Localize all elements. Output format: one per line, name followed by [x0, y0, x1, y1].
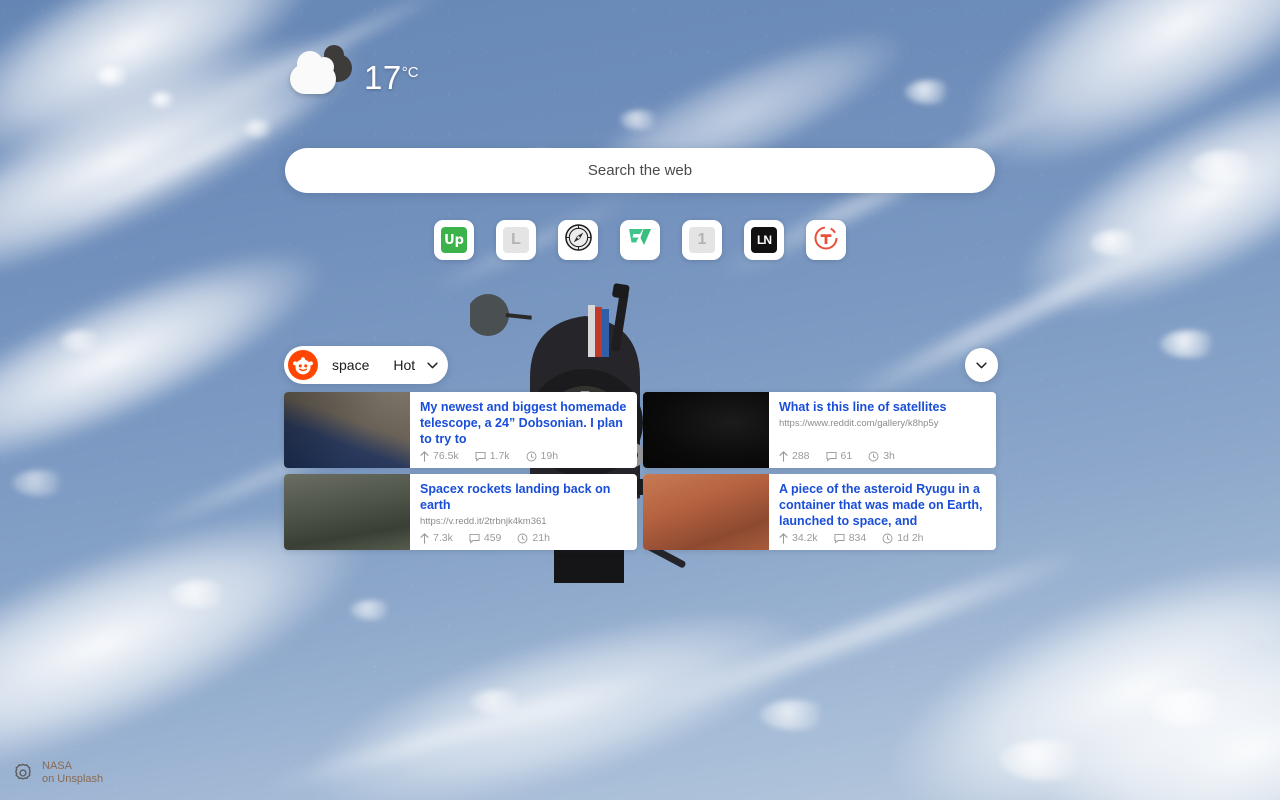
post-upvotes: 34.2k: [779, 532, 818, 544]
shortcut-t[interactable]: [806, 220, 846, 260]
post-meta: 7.3k 459 21h: [420, 532, 627, 550]
sort-selector[interactable]: Hot: [393, 357, 438, 373]
upvote-icon: [779, 450, 788, 462]
clock-icon: [882, 533, 893, 543]
t-circle-icon: [813, 225, 839, 256]
post-title: A piece of the asteroid Ryugu in a conta…: [779, 482, 983, 528]
post-thumbnail: [284, 392, 410, 468]
reddit-post-grid: My newest and biggest homemade telescope…: [284, 392, 996, 550]
post-title: What is this line of satellites: [779, 400, 947, 414]
shortcut-label: LN: [757, 233, 772, 247]
upvote-count: 76.5k: [433, 450, 459, 462]
shortcut-row: Up L 1 LN: [0, 220, 1280, 260]
attribution-text: NASA on Unsplash: [42, 760, 103, 786]
age-value: 3h: [883, 450, 895, 462]
clock-icon: [868, 451, 879, 461]
post-comments: 1.7k: [475, 450, 510, 462]
comment-icon: [475, 451, 486, 462]
post-age: 21h: [517, 532, 550, 544]
comment-count: 459: [483, 532, 502, 544]
comment-icon: [469, 533, 480, 544]
search-placeholder: Search the web: [587, 162, 693, 179]
post-thumbnail: [643, 392, 769, 468]
post-comments: 834: [834, 532, 867, 544]
reddit-feed-header[interactable]: space Hot: [284, 346, 449, 384]
post-upvotes: 288: [779, 450, 810, 462]
freelancer-icon: [627, 225, 653, 256]
shortcut-label: 1: [697, 231, 707, 248]
post-comments: 459: [469, 532, 502, 544]
shortcut-one[interactable]: 1: [682, 220, 722, 260]
attribution-source: on Unsplash: [42, 772, 104, 785]
letter-l-icon: L: [503, 227, 529, 253]
upvote-count: 34.2k: [792, 532, 818, 544]
search-bar[interactable]: Search the web: [285, 148, 995, 193]
cloudy-icon: [290, 45, 354, 100]
age-value: 1d 2h: [897, 532, 924, 544]
shortcut-l[interactable]: L: [496, 220, 536, 260]
table-row[interactable]: My newest and biggest homemade telescope…: [284, 392, 637, 468]
comment-icon: [834, 533, 845, 544]
ln-icon: LN: [751, 227, 777, 253]
clock-icon: [526, 451, 536, 461]
reddit-icon: [288, 350, 318, 380]
shortcut-freelancer[interactable]: [620, 220, 660, 260]
shortcut-safari[interactable]: [558, 220, 598, 260]
post-age: 19h: [526, 450, 559, 462]
shortcut-label: L: [511, 231, 521, 248]
post-meta: 34.2k 834 1d 2h: [779, 532, 986, 550]
temperature-unit: °C: [401, 63, 419, 81]
wallpaper-attribution[interactable]: NASA on Unsplash: [12, 760, 103, 786]
upvote-count: 288: [792, 450, 810, 462]
weather-widget[interactable]: 17°C: [290, 45, 419, 100]
post-title: Spacex rockets landing back on earth: [420, 482, 611, 512]
sort-label: Hot: [393, 357, 416, 373]
weather-temperature: 17°C: [364, 61, 419, 94]
comment-count: 834: [848, 532, 867, 544]
table-row[interactable]: Spacex rockets landing back on earth htt…: [284, 474, 637, 550]
upvote-icon: [779, 532, 788, 544]
post-thumbnail: [643, 474, 769, 550]
gear-icon[interactable]: [12, 762, 34, 784]
post-age: 1d 2h: [882, 532, 924, 544]
upvote-icon: [420, 450, 429, 462]
upvote-icon: [420, 532, 429, 544]
post-upvotes: 7.3k: [420, 532, 453, 544]
post-upvotes: 76.5k: [420, 450, 459, 462]
post-url: https://v.redd.it/2trbnjk4km361: [420, 515, 547, 527]
shortcut-label: Up: [444, 232, 464, 248]
number-one-icon: 1: [689, 227, 715, 253]
comment-icon: [825, 451, 837, 462]
subreddit-name: space: [332, 357, 370, 373]
upwork-icon: Up: [441, 227, 467, 253]
shortcut-upwork[interactable]: Up: [434, 220, 474, 260]
post-title: My newest and biggest homemade telescope…: [420, 400, 627, 446]
clock-icon: [517, 533, 528, 543]
compass-icon: [564, 224, 592, 256]
post-age: 3h: [868, 450, 895, 462]
shortcut-ln[interactable]: LN: [744, 220, 784, 260]
comment-count: 61: [840, 450, 853, 462]
post-comments: 61: [825, 450, 853, 462]
table-row[interactable]: A piece of the asteroid Ryugu in a conta…: [643, 474, 996, 550]
post-url: https://www.reddit.com/gallery/k8hp5y: [779, 417, 939, 429]
chevron-down-icon: [976, 361, 987, 368]
comment-count: 1.7k: [489, 450, 510, 462]
post-meta: 288 61 3h: [779, 450, 986, 468]
age-value: 19h: [540, 450, 559, 462]
age-value: 21h: [532, 532, 550, 544]
collapse-feed-button[interactable]: [965, 348, 998, 382]
post-meta: 76.5k 1.7k 19h: [420, 450, 627, 468]
table-row[interactable]: What is this line of satellites https://…: [643, 392, 996, 468]
chevron-down-icon: [427, 361, 438, 368]
temperature-value: 17: [364, 58, 402, 96]
attribution-author: NASA: [42, 759, 72, 772]
post-thumbnail: [284, 474, 410, 550]
upvote-count: 7.3k: [433, 532, 453, 544]
